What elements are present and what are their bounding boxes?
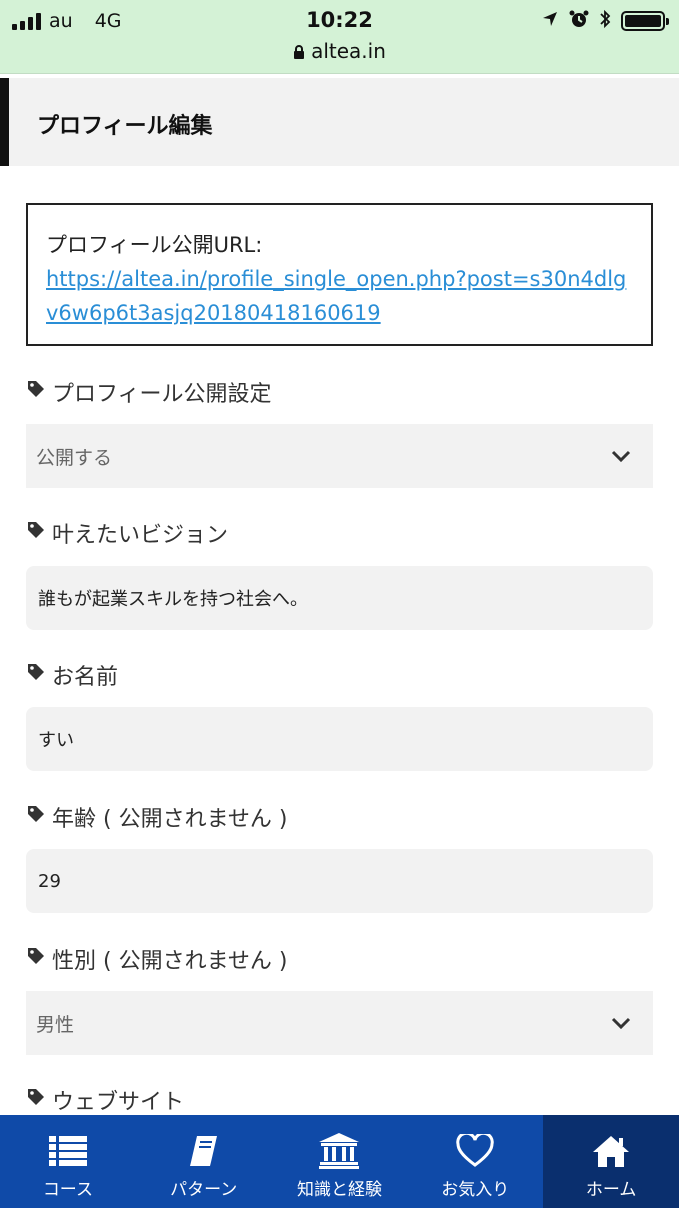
visibility-select[interactable]: 公開する [26,424,653,488]
nav-item-knowledge[interactable]: 知識と経験 [272,1115,408,1208]
address-url: altea.in [311,39,386,63]
nav-item-home[interactable]: ホーム [543,1115,679,1208]
lock-icon [293,41,305,65]
location-arrow-icon [541,10,559,32]
nav-label-knowledge: 知識と経験 [296,1180,382,1200]
vision-input[interactable]: 誰もが起業スキルを持つ社会へ。 [26,566,653,630]
status-right [541,9,669,33]
address-bar[interactable]: altea.in [0,39,679,65]
public-url-link[interactable]: https://altea.in/profile_single_open.php… [46,262,633,330]
heart-icon [456,1133,495,1169]
visibility-select-value: 公開する [36,446,113,469]
battery-fill [625,15,661,27]
vision-label: 叶えたいビジョン [26,517,228,549]
public-url-label: プロフィール公開URL: [46,233,263,257]
vision-input-value: 誰もが起業スキルを持つ社会へ。 [38,589,308,610]
alarm-icon [569,9,589,33]
tag-icon [26,1087,46,1113]
tag-icon [26,804,46,830]
page-title: プロフィール編集 [37,114,213,139]
public-url-box: プロフィール公開URL: https://altea.in/profile_si… [26,203,653,346]
tag-icon [26,946,46,972]
home-icon [592,1133,630,1169]
name-input-value: すい [38,730,74,751]
tag-icon [26,379,46,405]
gender-select-value: 男性 [36,1013,75,1036]
chevron-down-icon [611,1013,631,1035]
page-header: プロフィール編集 [0,78,679,166]
nav-label-favorites: お気入り [441,1180,510,1200]
name-label-text: お名前 [52,665,119,690]
tag-icon [26,662,46,688]
nav-label-patterns: パターン [170,1180,238,1200]
visibility-label-text: プロフィール公開設定 [52,382,272,407]
bottom-nav: コース パターン 知識と経験 お気入り ホーム [0,1115,679,1208]
nav-label-courses: コース [42,1180,93,1200]
book-icon [187,1133,221,1169]
website-label-text: ウェブサイト [52,1090,185,1115]
age-input-value: 29 [38,870,61,892]
nav-item-patterns[interactable]: パターン [136,1115,272,1208]
battery-icon [621,11,669,31]
nav-item-courses[interactable]: コース [0,1115,136,1208]
chevron-down-icon [611,446,631,468]
visibility-label: プロフィール公開設定 [26,376,272,408]
gender-select[interactable]: 男性 [26,991,653,1055]
name-input[interactable]: すい [26,707,653,771]
list-icon [48,1133,87,1169]
bank-icon [319,1133,360,1169]
age-label: 年齢 ( 公開されません ) [26,801,288,833]
nav-label-home: ホーム [585,1180,637,1200]
gender-label-text: 性別 ( 公開されません ) [52,949,288,974]
name-label: お名前 [26,659,118,691]
age-input[interactable]: 29 [26,849,653,913]
bluetooth-icon [599,9,611,33]
vision-label-text: 叶えたいビジョン [52,523,229,548]
age-label-text: 年齢 ( 公開されません ) [52,807,288,832]
gender-label: 性別 ( 公開されません ) [26,943,288,975]
tag-icon [26,520,46,546]
status-bar: au 4G 10:22 altea.in [0,0,679,74]
nav-item-favorites[interactable]: お気入り [407,1115,543,1208]
website-label: ウェブサイト [26,1084,184,1116]
